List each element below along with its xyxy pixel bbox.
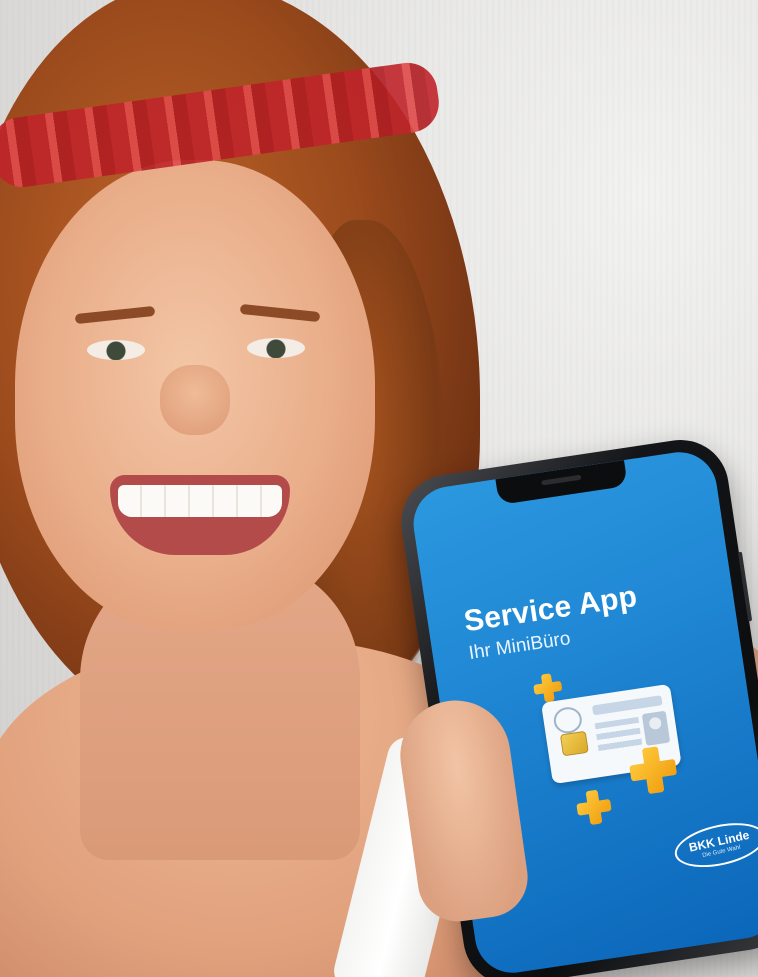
plus-icon	[532, 672, 564, 704]
left-eyebrow	[74, 305, 156, 325]
plus-icon	[627, 744, 679, 796]
nose	[160, 365, 230, 435]
plus-icon	[575, 788, 614, 827]
photo-scene: Service App Ihr MiniBüro BKK Linde Die G…	[0, 0, 758, 977]
card-text-lines	[594, 716, 643, 753]
speaker-icon	[541, 474, 582, 486]
teeth	[118, 485, 282, 517]
bkk-linde-logo: BKK Linde Die Gute Wahl	[670, 815, 758, 875]
right-eye	[247, 338, 305, 358]
card-photo-icon	[641, 710, 671, 746]
smiling-face	[15, 160, 375, 630]
chip-icon	[559, 730, 589, 757]
smile	[110, 475, 290, 555]
phone-notch	[495, 460, 628, 506]
right-eyebrow	[239, 303, 321, 323]
left-eye	[87, 340, 145, 360]
